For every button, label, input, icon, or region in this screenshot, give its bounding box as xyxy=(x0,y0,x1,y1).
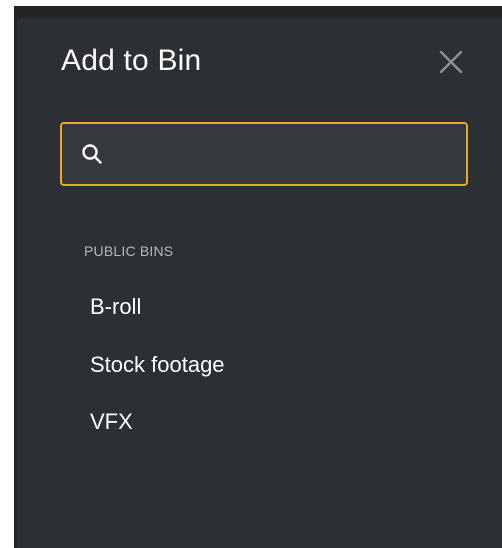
search-input[interactable] xyxy=(114,134,454,174)
search-field[interactable] xyxy=(60,122,468,186)
bin-item-stock-footage[interactable]: Stock footage xyxy=(90,352,225,378)
close-icon xyxy=(434,45,468,79)
page: Add to Bin PUBLIC BINS B-roll Stock foot… xyxy=(0,0,502,548)
dialog-title: Add to Bin xyxy=(61,44,202,77)
bin-item-b-roll[interactable]: B-roll xyxy=(90,294,141,320)
search-icon xyxy=(80,142,104,166)
bin-item-vfx[interactable]: VFX xyxy=(90,409,133,435)
close-button[interactable] xyxy=(434,45,468,79)
add-to-bin-dialog xyxy=(17,18,502,548)
public-bins-heading: PUBLIC BINS xyxy=(84,243,174,259)
